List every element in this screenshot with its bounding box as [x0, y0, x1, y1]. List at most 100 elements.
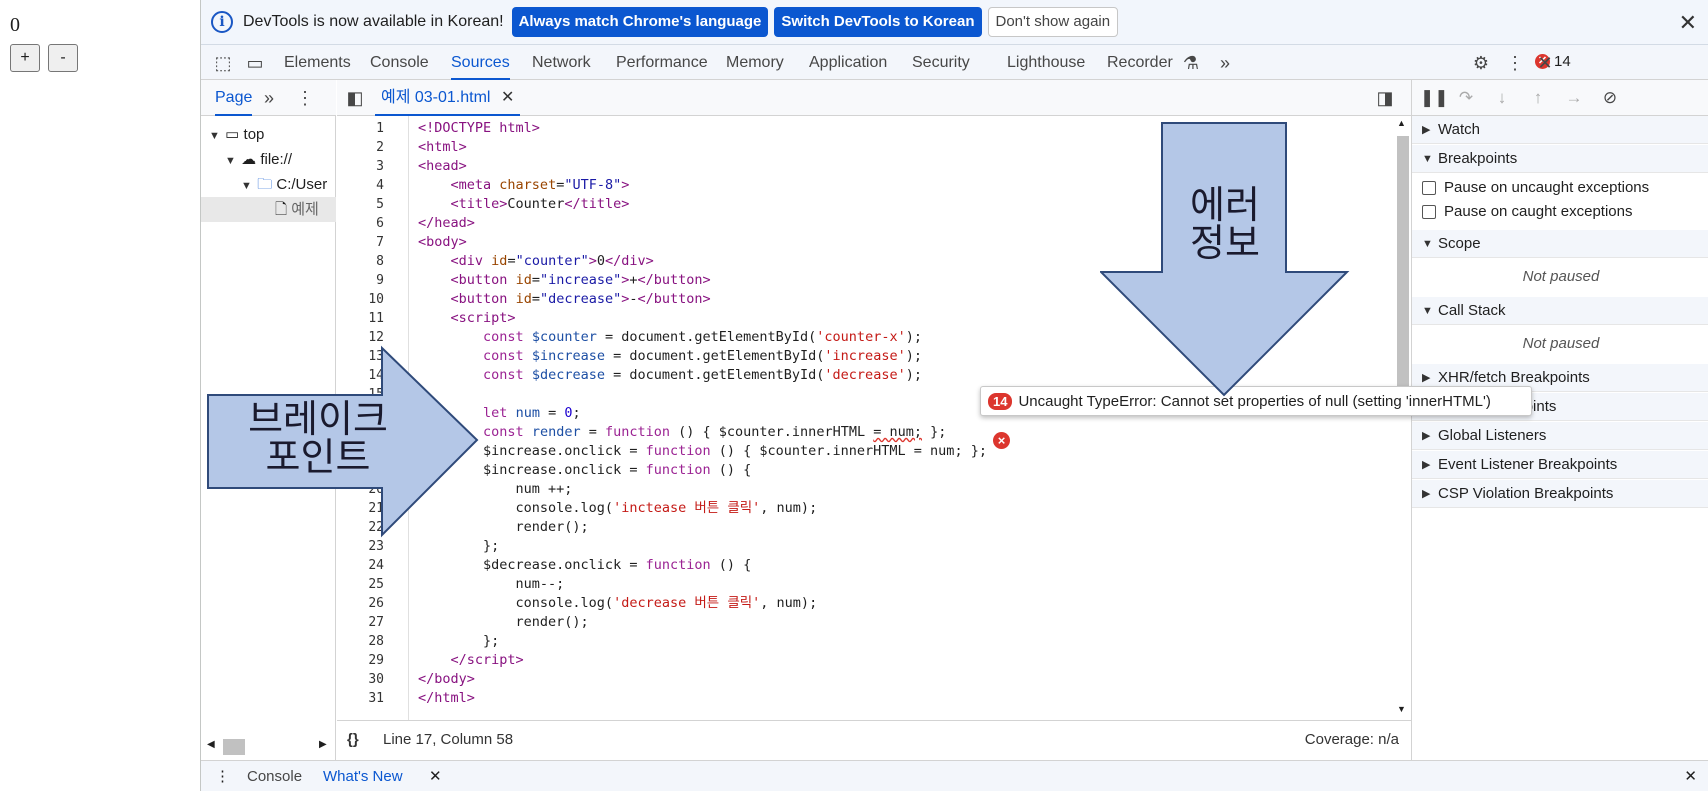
line-number[interactable]: 7 — [344, 233, 384, 252]
line-number[interactable]: 5 — [344, 195, 384, 214]
inspect-element-icon[interactable]: ⬚ — [211, 51, 235, 75]
tab-page[interactable]: Page — [215, 80, 253, 116]
line-number[interactable]: 29 — [344, 651, 384, 670]
tab-console[interactable]: Console — [370, 45, 429, 80]
section-breakpoints[interactable]: ▼ Breakpoints — [1412, 145, 1708, 173]
close-tab-icon[interactable]: ✕ — [501, 89, 514, 106]
pause-caught-checkbox[interactable] — [1422, 205, 1436, 219]
navigator-menu-icon[interactable]: ⋮ — [293, 86, 317, 110]
section-scope[interactable]: ▼ Scope — [1412, 230, 1708, 258]
screen: 0 + - i DevTools is now available in Kor… — [0, 0, 1708, 791]
line-number[interactable]: 6 — [344, 214, 384, 233]
error-marker-icon[interactable]: × — [993, 432, 1010, 449]
tab-sources[interactable]: Sources — [451, 45, 510, 80]
code-line: <div id="counter">0</div> — [450, 253, 654, 269]
dont-show-again-button[interactable]: Don't show again — [987, 7, 1119, 37]
step-out-icon[interactable]: ↑ — [1526, 86, 1550, 110]
line-number[interactable]: 8 — [344, 252, 384, 271]
tab-recorder[interactable]: Recorder — [1107, 45, 1173, 80]
navigator-horizontal-scrollbar[interactable]: ◀ ▶ — [201, 735, 336, 760]
toggle-debugger-icon[interactable]: ◨ — [1373, 86, 1397, 110]
tab-application[interactable]: Application — [809, 45, 887, 80]
line-number[interactable]: 31 — [344, 689, 384, 708]
pause-uncaught-row[interactable]: Pause on uncaught exceptions — [1422, 176, 1649, 200]
bottom-drawer: ⋮ Console What's New ✕ ✕ — [201, 760, 1708, 791]
editor-vertical-scrollbar[interactable]: ▲ ▼ — [1393, 116, 1411, 720]
coverage-status: Coverage: n/a — [1304, 731, 1399, 748]
step-into-icon[interactable]: ↓ — [1490, 86, 1514, 110]
code-line: const $increase = document.getElementByI… — [483, 348, 922, 364]
line-number[interactable]: 26 — [344, 594, 384, 613]
scroll-down-icon[interactable]: ▼ — [1397, 704, 1406, 714]
close-infobar-icon[interactable]: ✕ — [1679, 10, 1697, 36]
pretty-print-icon[interactable]: {} — [347, 721, 359, 759]
scroll-right-icon[interactable]: ▶ — [319, 739, 327, 750]
line-number[interactable]: 27 — [344, 613, 384, 632]
collapsed-triangle-icon: ▶ — [1422, 124, 1431, 136]
pause-caught-row[interactable]: Pause on caught exceptions — [1422, 200, 1632, 224]
increase-button[interactable]: + — [10, 44, 40, 72]
more-tabs-icon[interactable]: » — [1213, 51, 1237, 75]
tab-performance[interactable]: Performance — [616, 45, 708, 80]
line-number[interactable]: 9 — [344, 271, 384, 290]
more-navigator-tabs-icon[interactable]: » — [257, 86, 281, 110]
code-line: <button id="increase">+</button> — [450, 272, 711, 288]
code-line: </head> — [418, 215, 475, 231]
deactivate-breakpoints-icon[interactable]: ⊘ — [1598, 86, 1622, 110]
step-icon[interactable]: → — [1562, 86, 1586, 110]
section-call-stack[interactable]: ▼ Call Stack — [1412, 297, 1708, 325]
line-number[interactable]: 24 — [344, 556, 384, 575]
file-tab[interactable]: 예제 03-01.html ✕ — [375, 80, 521, 116]
label-line: 브레이크 — [248, 397, 388, 441]
section-global-listeners[interactable]: ▶ Global Listeners — [1412, 422, 1708, 450]
code-line: const render = function () { $counter.in… — [483, 424, 947, 440]
line-number[interactable]: 28 — [344, 632, 384, 651]
tab-memory[interactable]: Memory — [726, 45, 784, 80]
section-event-listener-breakpoints[interactable]: ▶ Event Listener Breakpoints — [1412, 451, 1708, 479]
cloud-icon: ☁ — [241, 151, 257, 168]
settings-gear-icon[interactable]: ⚙ — [1469, 51, 1493, 75]
drawer-menu-icon[interactable]: ⋮ — [215, 761, 230, 791]
line-number[interactable]: 11 — [344, 309, 384, 328]
flask-icon: ⚗ — [1182, 53, 1200, 73]
infobar-message: DevTools is now available in Korean! — [243, 13, 504, 30]
step-over-icon[interactable]: ↷ — [1454, 86, 1478, 110]
tab-elements[interactable]: Elements — [284, 45, 351, 80]
close-whats-new-icon[interactable]: ✕ — [429, 761, 442, 791]
scroll-up-icon[interactable]: ▲ — [1397, 118, 1406, 128]
drawer-tab-whats-new[interactable]: What's New — [323, 761, 403, 791]
line-number[interactable]: 25 — [344, 575, 384, 594]
more-options-icon[interactable]: ⋮ — [1503, 51, 1527, 75]
pause-uncaught-checkbox[interactable] — [1422, 181, 1436, 195]
expand-triangle-icon: ▼ — [225, 155, 236, 167]
match-language-button[interactable]: Always match Chrome's language — [511, 7, 769, 37]
decrease-button[interactable]: - — [48, 44, 78, 72]
tab-lighthouse[interactable]: Lighthouse — [1007, 45, 1085, 80]
section-watch[interactable]: ▶ Watch — [1412, 116, 1708, 144]
drawer-tab-console[interactable]: Console — [247, 761, 302, 791]
line-number[interactable]: 3 — [344, 157, 384, 176]
section-csp-breakpoints[interactable]: ▶ CSP Violation Breakpoints — [1412, 480, 1708, 508]
language-infobar: i DevTools is now available in Korean! A… — [201, 0, 1708, 45]
line-number[interactable]: 4 — [344, 176, 384, 195]
tree-item-file-selected[interactable]: 🗋 예제 — [201, 197, 336, 222]
pause-icon[interactable]: ❚❚ — [1420, 86, 1449, 110]
toggle-navigator-icon[interactable]: ◧ — [343, 86, 367, 110]
device-toolbar-icon[interactable]: ▭ — [243, 51, 267, 75]
scroll-thumb[interactable] — [223, 739, 245, 755]
close-drawer-icon[interactable]: ✕ — [1684, 761, 1697, 791]
scroll-thumb[interactable] — [1397, 136, 1409, 406]
error-count-badge: 14 — [988, 392, 1013, 410]
tree-item-top[interactable]: ▼ ▭ top — [209, 122, 344, 147]
scroll-left-icon[interactable]: ◀ — [207, 739, 215, 750]
tab-security[interactable]: Security — [912, 45, 970, 80]
line-number[interactable]: 2 — [344, 138, 384, 157]
line-number[interactable]: 10 — [344, 290, 384, 309]
switch-korean-button[interactable]: Switch DevTools to Korean — [774, 7, 982, 37]
line-number[interactable]: 30 — [344, 670, 384, 689]
line-number[interactable]: 1 — [344, 119, 384, 138]
tab-network[interactable]: Network — [532, 45, 591, 80]
close-devtools-icon[interactable]: ✕ — [1533, 51, 1557, 75]
label-line: 정보 — [1190, 221, 1260, 265]
expand-triangle-icon: ▼ — [241, 180, 252, 192]
